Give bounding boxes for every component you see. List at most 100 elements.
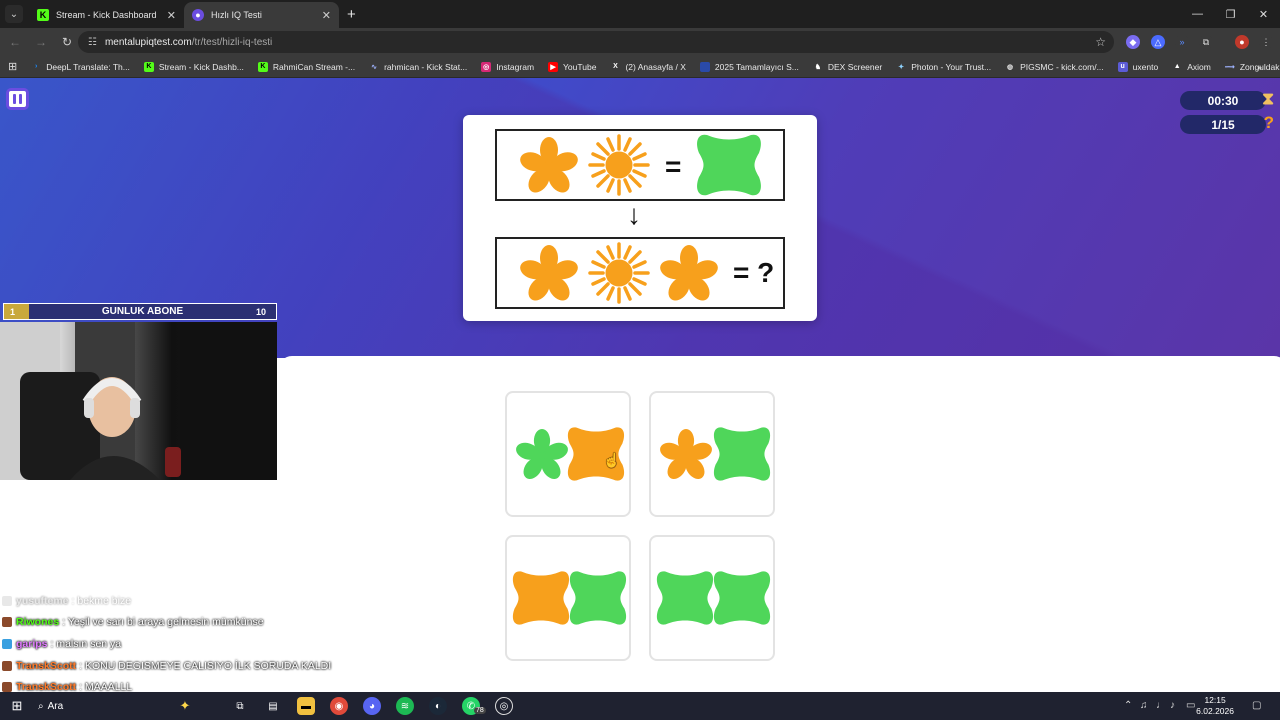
bookmark-dexscreener[interactable]: ♞ DEX Screener: [813, 62, 882, 72]
timer-text: 00:30: [1207, 93, 1239, 108]
orange-flower-shape: [657, 429, 715, 483]
new-tab-icon[interactable]: +: [347, 6, 356, 23]
obs-icon[interactable]: ◎: [495, 697, 513, 715]
orange-sun-shape: [588, 134, 650, 196]
headset-icon[interactable]: ♫: [1140, 700, 1148, 711]
close-window-icon[interactable]: ✕: [1247, 0, 1280, 28]
microphone-icon[interactable]: ♩: [1156, 700, 1166, 711]
example-shapes: [517, 134, 761, 197]
bookmark-axiom[interactable]: ▲ Axiom: [1172, 62, 1211, 72]
site-info-icon[interactable]: ☷: [88, 37, 97, 48]
profile-avatar[interactable]: ●: [1235, 35, 1249, 49]
search-box[interactable]: ⌕ Ara: [38, 697, 88, 715]
green-clover-shape: [713, 571, 771, 625]
instagram-icon: ◎: [481, 61, 492, 72]
address-bar[interactable]: ☷ mentalupiqtest.com/tr/test/hizli-iq-te…: [78, 31, 1114, 53]
kick-icon: K: [143, 61, 154, 72]
pause-button[interactable]: [6, 88, 29, 110]
question-example-row: =: [495, 129, 785, 201]
extensions-puzzle-icon[interactable]: ⧉: [1199, 35, 1213, 49]
user-badge-icon: [2, 660, 12, 671]
orange-flower-shape: [517, 137, 581, 197]
bookmark-uxento[interactable]: u uxento: [1117, 61, 1158, 72]
reload-icon[interactable]: ↻: [54, 35, 80, 49]
window-controls: — ❐ ✕: [1181, 0, 1280, 28]
orange-flower-shape: [517, 245, 581, 305]
green-clover-shape: [569, 571, 627, 625]
goal-label: GUNLUK ABONE: [101, 306, 184, 317]
notifications-icon[interactable]: ▢: [1252, 700, 1261, 711]
orange-flower-shape: [657, 245, 721, 305]
tab-kick-dashboard[interactable]: K Stream - Kick Dashboard ✕: [29, 2, 184, 28]
forward-icon[interactable]: →: [28, 35, 54, 49]
mentalup-icon: ●: [192, 9, 204, 21]
bookmark-kick-stats[interactable]: ∿ rahmican - Kick Stat...: [369, 62, 467, 72]
apps-grid-icon[interactable]: ⊞: [8, 60, 17, 73]
question-card: = ↓ = ?: [463, 115, 817, 321]
green-clover-shape: [713, 427, 771, 481]
network-icon[interactable]: ▭: [1186, 700, 1195, 711]
orange-clover-shape: [512, 571, 570, 625]
bookmark-star-icon[interactable]: ☆: [1095, 35, 1106, 49]
extension-icon[interactable]: ◆: [1126, 35, 1140, 49]
back-icon[interactable]: ←: [2, 35, 28, 49]
restore-icon[interactable]: ❐: [1214, 0, 1247, 28]
extension-icon[interactable]: △: [1151, 35, 1165, 49]
answer-option-c[interactable]: [505, 535, 631, 661]
more-bookmarks-icon[interactable]: »: [1257, 62, 1262, 72]
bookmarks-bar: ⊞ › DeepL Translate: Th... K Stream - Kick…: [0, 56, 1280, 78]
bookmark-zonguldak[interactable]: ⟿Zonguldak İngilizce...: [1225, 62, 1280, 72]
answer-option-d[interactable]: [649, 535, 775, 661]
tab-search-icon[interactable]: ⌄: [5, 5, 23, 23]
green-flower-shape: [513, 429, 571, 483]
steam-icon[interactable]: ◐: [429, 697, 447, 715]
axiom-icon: ▲: [1173, 63, 1181, 70]
spotify-icon[interactable]: ≋: [396, 697, 414, 715]
bookmark-deepl[interactable]: › DeepL Translate: Th...: [31, 62, 130, 72]
clock[interactable]: 12:15 6.02.2026: [1196, 695, 1234, 717]
kick-icon: K: [257, 61, 268, 72]
bookmark-instagram[interactable]: ◎ Instagram: [481, 61, 534, 72]
user-badge-icon: [2, 595, 12, 606]
chat-message: yusufteme: bekme bize: [2, 590, 382, 612]
doc-icon: [699, 61, 710, 72]
url-text: mentalupiqtest.com/tr/test/hizli-iq-test…: [104, 36, 273, 48]
minimize-icon[interactable]: —: [1181, 0, 1214, 28]
chat-message: TranskScott: KONU DEGISMEYE CALISIYO İLK…: [2, 655, 382, 677]
bookmark-rahmican-stream[interactable]: K RahmiCan Stream -...: [257, 61, 355, 72]
search-label: Ara: [47, 700, 64, 712]
bookmark-x[interactable]: X (2) Anasayfa / X: [610, 62, 686, 72]
close-icon[interactable]: ✕: [167, 9, 176, 22]
close-icon[interactable]: ✕: [322, 9, 331, 22]
bookmark-tamamlayici[interactable]: 2025 Tamamlayıcı S...: [699, 61, 799, 72]
answer-option-b[interactable]: [649, 391, 775, 517]
bookmark-pigsmc[interactable]: ◍ PIGSMC - kick.com/...: [1005, 62, 1104, 72]
bookmark-youtube[interactable]: ▶ YouTube: [548, 61, 596, 72]
bookmark-kick-dashboard[interactable]: K Stream - Kick Dashb...: [143, 61, 244, 72]
question-mark-icon: ?: [1263, 113, 1274, 132]
tab-iq-test[interactable]: ● Hızlı IQ Testi ✕: [184, 2, 339, 28]
copilot-sparkle-icon[interactable]: ✦: [176, 697, 194, 715]
bookmark-photon[interactable]: ✦ Photon - Your Trust...: [896, 62, 991, 72]
volume-icon[interactable]: ♪: [1170, 700, 1175, 711]
discord-icon[interactable]: ◕: [363, 697, 381, 715]
user-badge-icon: [2, 617, 12, 628]
green-clover-shape: [697, 134, 761, 196]
tray-chevron-icon[interactable]: ⌃: [1124, 700, 1132, 711]
task-view-icon[interactable]: ⧉: [231, 697, 249, 715]
youtube-icon: ▶: [548, 61, 559, 72]
browser-tab-bar: ⌄ K Stream - Kick Dashboard ✕ ● Hızlı IQ…: [0, 0, 1280, 28]
stream-chat-overlay: yusufteme: bekme bize Riwones: Yeşil ve …: [2, 590, 382, 692]
screen: ⌄ K Stream - Kick Dashboard ✕ ● Hızlı IQ…: [0, 0, 1280, 720]
tab-title: Stream - Kick Dashboard: [56, 10, 157, 20]
menu-kebab-icon[interactable]: ⋮: [1259, 35, 1273, 49]
user-badge-icon: [2, 638, 12, 649]
windows-taskbar: ⊞ ⌕ Ara ✦ ⧉ ▤ ▬ ◉ ◕ ≋ ◐ ✆ 78 ◎ ⌃ ♫ ♩ ♪ ▭ …: [0, 692, 1280, 720]
windows-start-icon[interactable]: ⊞: [8, 697, 26, 715]
file-explorer-icon[interactable]: ▤: [264, 697, 282, 715]
extension-icon[interactable]: »: [1175, 35, 1189, 49]
subscriber-goal-bar: 1 GUNLUK ABONE 10: [3, 303, 277, 320]
folder-icon[interactable]: ▬: [297, 697, 315, 715]
kick-icon: K: [37, 9, 49, 21]
chrome-icon[interactable]: ◉: [330, 697, 348, 715]
